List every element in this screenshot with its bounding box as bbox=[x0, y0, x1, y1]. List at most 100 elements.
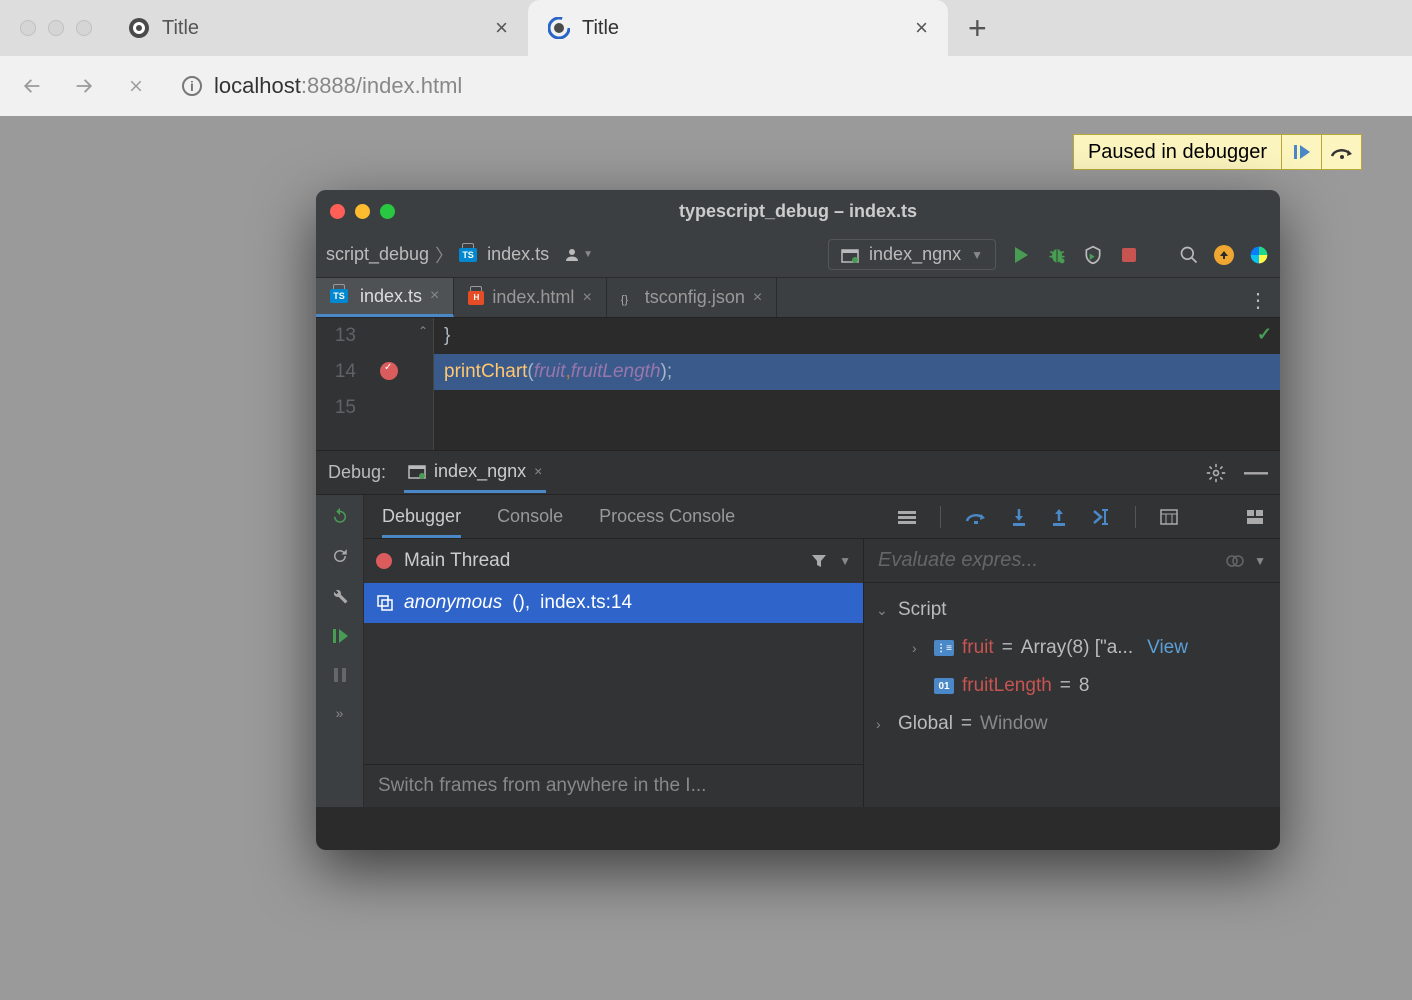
breadcrumb[interactable]: script_debug 〉 TS index.ts bbox=[326, 242, 549, 268]
thread-status-icon bbox=[376, 553, 392, 569]
fold-icon[interactable]: ⌃ bbox=[418, 324, 428, 338]
frames-hint: Switch frames from anywhere in the I... bbox=[364, 764, 863, 807]
step-controls bbox=[898, 506, 1280, 528]
line-number: 14 bbox=[316, 354, 356, 390]
settings-icon[interactable] bbox=[1206, 463, 1226, 483]
forward-button[interactable] bbox=[68, 75, 100, 97]
more-icon[interactable]: » bbox=[336, 705, 344, 721]
editor-tab-index-ts[interactable]: TS index.ts × bbox=[316, 278, 454, 317]
evaluate-expression-input[interactable]: Evaluate expres... ▼ bbox=[864, 539, 1280, 583]
breadcrumb-file: index.ts bbox=[487, 244, 549, 265]
threads-icon[interactable] bbox=[898, 510, 916, 524]
run-button[interactable] bbox=[1010, 244, 1032, 266]
debug-button[interactable] bbox=[1046, 244, 1068, 266]
tab-bar: Title × Title × + bbox=[0, 0, 1412, 56]
site-info-icon[interactable]: i bbox=[182, 76, 202, 96]
tab-title: Title bbox=[582, 17, 619, 40]
json-file-icon bbox=[621, 290, 637, 306]
resume-button[interactable] bbox=[1281, 134, 1321, 170]
variable-fruit[interactable]: › ⋮≡ fruit = Array(8) ["a... View bbox=[876, 629, 1268, 667]
ide-titlebar: typescript_debug – index.ts bbox=[316, 190, 1280, 232]
update-button[interactable] bbox=[1214, 245, 1234, 265]
code-with-me-icon[interactable] bbox=[1248, 244, 1270, 266]
variable-fruitlength[interactable]: 01 fruitLength = 8 bbox=[876, 667, 1268, 705]
close-icon[interactable] bbox=[330, 204, 345, 219]
editor[interactable]: 13 14 15 ✓ ⌃ } printChart(fruit,fruitLen… bbox=[316, 318, 1280, 450]
debug-main: Debugger Console Process Console bbox=[364, 495, 1280, 807]
fold-gutter[interactable]: ⌃ bbox=[416, 318, 434, 450]
view-link[interactable]: View bbox=[1147, 637, 1188, 659]
url-host: localhost bbox=[214, 73, 301, 98]
inspection-ok-icon[interactable]: ✓ bbox=[1257, 324, 1272, 345]
step-over-button[interactable] bbox=[1321, 134, 1361, 170]
close-tab-icon[interactable]: × bbox=[582, 289, 591, 307]
close-icon[interactable]: × bbox=[534, 463, 542, 479]
add-watch-icon[interactable] bbox=[1226, 554, 1244, 568]
scope-global[interactable]: › Global = Window bbox=[876, 705, 1268, 743]
rerun-icon[interactable] bbox=[331, 507, 349, 525]
resume-program-icon[interactable] bbox=[331, 627, 349, 645]
run-to-cursor-icon[interactable] bbox=[1091, 508, 1111, 526]
minimize-panel-icon[interactable]: — bbox=[1244, 459, 1268, 487]
run-coverage-button[interactable] bbox=[1082, 244, 1104, 266]
maximize-icon[interactable] bbox=[380, 204, 395, 219]
var-name: fruit bbox=[962, 637, 994, 659]
chevron-down-icon[interactable]: ▼ bbox=[1254, 554, 1266, 568]
stack-frame[interactable]: anonymous (), index.ts:14 bbox=[364, 583, 863, 623]
filter-icon[interactable] bbox=[811, 553, 827, 569]
session-name: index_ngnx bbox=[434, 461, 526, 482]
editor-tab-tsconfig[interactable]: tsconfig.json × bbox=[607, 278, 777, 317]
thread-name: Main Thread bbox=[404, 550, 510, 572]
breakpoint-verified-icon: ✓ bbox=[384, 362, 392, 373]
tab-console[interactable]: Console bbox=[497, 495, 563, 538]
browser-tab-inactive[interactable]: Title × bbox=[108, 0, 528, 56]
close-tab-icon[interactable]: × bbox=[495, 15, 508, 41]
editor-tab-index-html[interactable]: H index.html × bbox=[454, 278, 606, 317]
debug-header: Debug: index_ngnx × — bbox=[316, 451, 1280, 495]
stop-button[interactable] bbox=[1118, 244, 1140, 266]
close-tab-icon[interactable]: × bbox=[915, 15, 928, 41]
run-configuration-selector[interactable]: index_ngnx ▼ bbox=[828, 239, 996, 270]
minimize-icon[interactable] bbox=[355, 204, 370, 219]
new-tab-button[interactable]: + bbox=[948, 10, 1007, 47]
debug-content: Main Thread ▼ anonymous (), index.ts:14 bbox=[364, 539, 1280, 807]
layout-icon[interactable] bbox=[1246, 509, 1264, 525]
tab-label: index.ts bbox=[360, 286, 422, 307]
chevron-right-icon: 〉 bbox=[435, 242, 453, 268]
stop-reload-button[interactable] bbox=[120, 77, 152, 95]
address-input[interactable]: i localhost:8888/index.html bbox=[172, 73, 1396, 99]
user-menu[interactable]: ▼ bbox=[563, 246, 593, 264]
debug-session-tab[interactable]: index_ngnx × bbox=[404, 453, 546, 493]
tab-process-console[interactable]: Process Console bbox=[599, 495, 735, 538]
chevron-right-icon: › bbox=[912, 640, 926, 656]
code-line-current: printChart(fruit,fruitLength); bbox=[434, 354, 1280, 390]
step-out-icon[interactable] bbox=[1051, 508, 1067, 526]
step-into-icon[interactable] bbox=[1011, 508, 1027, 526]
minimize-window-icon[interactable] bbox=[48, 20, 64, 36]
close-tab-icon[interactable]: × bbox=[753, 289, 762, 307]
close-tab-icon[interactable]: × bbox=[430, 287, 439, 305]
zoom-window-icon[interactable] bbox=[76, 20, 92, 36]
tab-debugger[interactable]: Debugger bbox=[382, 495, 461, 538]
settings-wrench-icon[interactable] bbox=[331, 587, 349, 605]
evaluate-icon[interactable] bbox=[1160, 509, 1178, 525]
close-window-icon[interactable] bbox=[20, 20, 36, 36]
dropdown-icon[interactable]: ▼ bbox=[839, 554, 851, 568]
debug-label: Debug: bbox=[328, 462, 386, 483]
step-over-icon[interactable] bbox=[965, 509, 987, 525]
breakpoint-gutter[interactable]: ✓ bbox=[366, 318, 416, 450]
back-button[interactable] bbox=[16, 75, 48, 97]
pause-icon[interactable] bbox=[333, 667, 347, 683]
window-controls bbox=[330, 204, 395, 219]
var-value: 8 bbox=[1079, 675, 1090, 697]
reload-icon[interactable] bbox=[331, 547, 349, 565]
code-content[interactable]: } printChart(fruit,fruitLength); bbox=[434, 318, 1280, 450]
variable-tree: ⌄ Script › ⋮≡ fruit = Array(8) ["a... bbox=[864, 583, 1280, 751]
more-menu-icon[interactable]: ⋮ bbox=[1248, 288, 1270, 313]
scope-script[interactable]: ⌄ Script bbox=[876, 591, 1268, 629]
debug-tabs: Debugger Console Process Console bbox=[364, 495, 1280, 539]
search-button[interactable] bbox=[1178, 244, 1200, 266]
browser-tab-active[interactable]: Title × bbox=[528, 0, 948, 56]
chevron-right-icon: › bbox=[876, 716, 890, 732]
window-controls bbox=[12, 20, 108, 36]
